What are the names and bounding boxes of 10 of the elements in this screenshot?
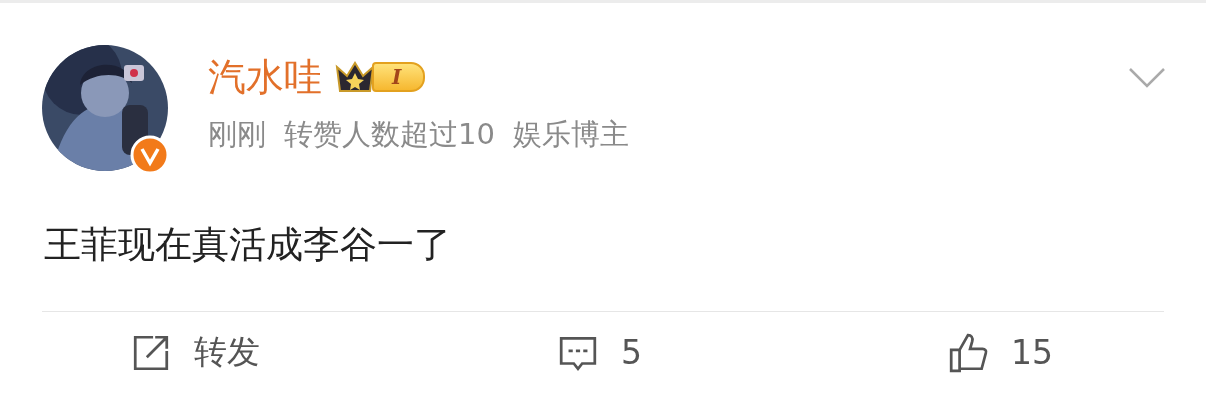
comment-button[interactable]: 5 (557, 330, 947, 375)
post-meta: 转赞人数超过10 (284, 116, 495, 153)
level-badge: I (372, 62, 426, 92)
post-meta: 刚刚 (208, 116, 266, 153)
chevron-down-icon[interactable] (1128, 67, 1166, 89)
post-text: 王菲现在真活成李谷一了 (44, 222, 452, 268)
post-meta: 娱乐博主 (512, 116, 629, 153)
like-button[interactable]: 15 (947, 330, 1206, 375)
thumbs-up-icon (947, 331, 989, 374)
repost-button[interactable]: 转发 (130, 330, 557, 375)
